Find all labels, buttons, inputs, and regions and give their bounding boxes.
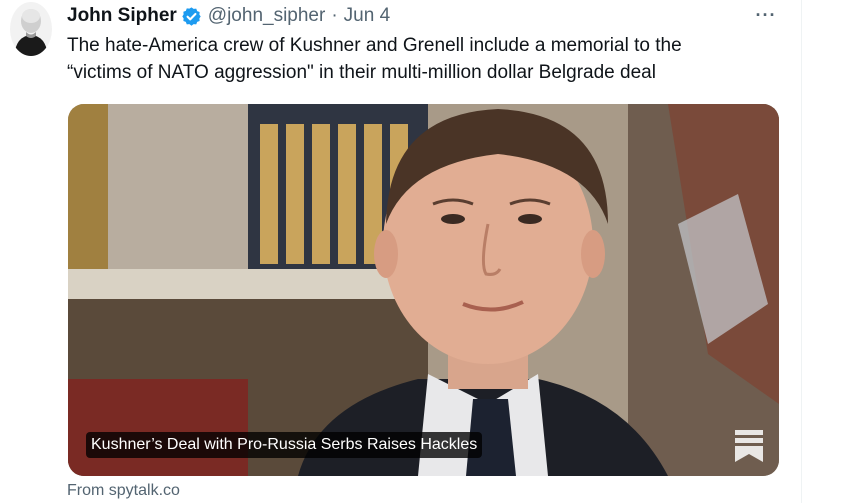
card-title[interactable]: Kushner’s Deal with Pro-Russia Serbs Rai… (86, 432, 483, 458)
tweet-header: John Sipher @john_sipher · Jun 4 (67, 3, 390, 29)
bookmark-icon[interactable] (735, 430, 763, 462)
author-handle[interactable]: @john_sipher (208, 5, 326, 27)
card-source-domain[interactable]: From spytalk.co (67, 482, 180, 500)
verified-badge-icon[interactable] (181, 6, 202, 27)
more-options-icon[interactable]: ··· (753, 4, 779, 26)
tweet-text-line: “victims of NATO aggression" in their mu… (67, 62, 656, 83)
author-display-name[interactable]: John Sipher (67, 5, 177, 27)
tweet-text: The hate-America crew of Kushner and Gre… (67, 32, 787, 86)
link-card[interactable]: Kushner’s Deal with Pro-Russia Serbs Rai… (68, 104, 779, 476)
avatar-photo-icon (10, 2, 52, 56)
card-photo (68, 104, 779, 476)
timeline-divider (801, 0, 802, 503)
tweet-text-line: The hate-America crew of Kushner and Gre… (67, 35, 682, 56)
tweet-date[interactable]: Jun 4 (344, 5, 390, 27)
avatar[interactable] (10, 2, 52, 56)
header-separator: · (331, 5, 338, 26)
